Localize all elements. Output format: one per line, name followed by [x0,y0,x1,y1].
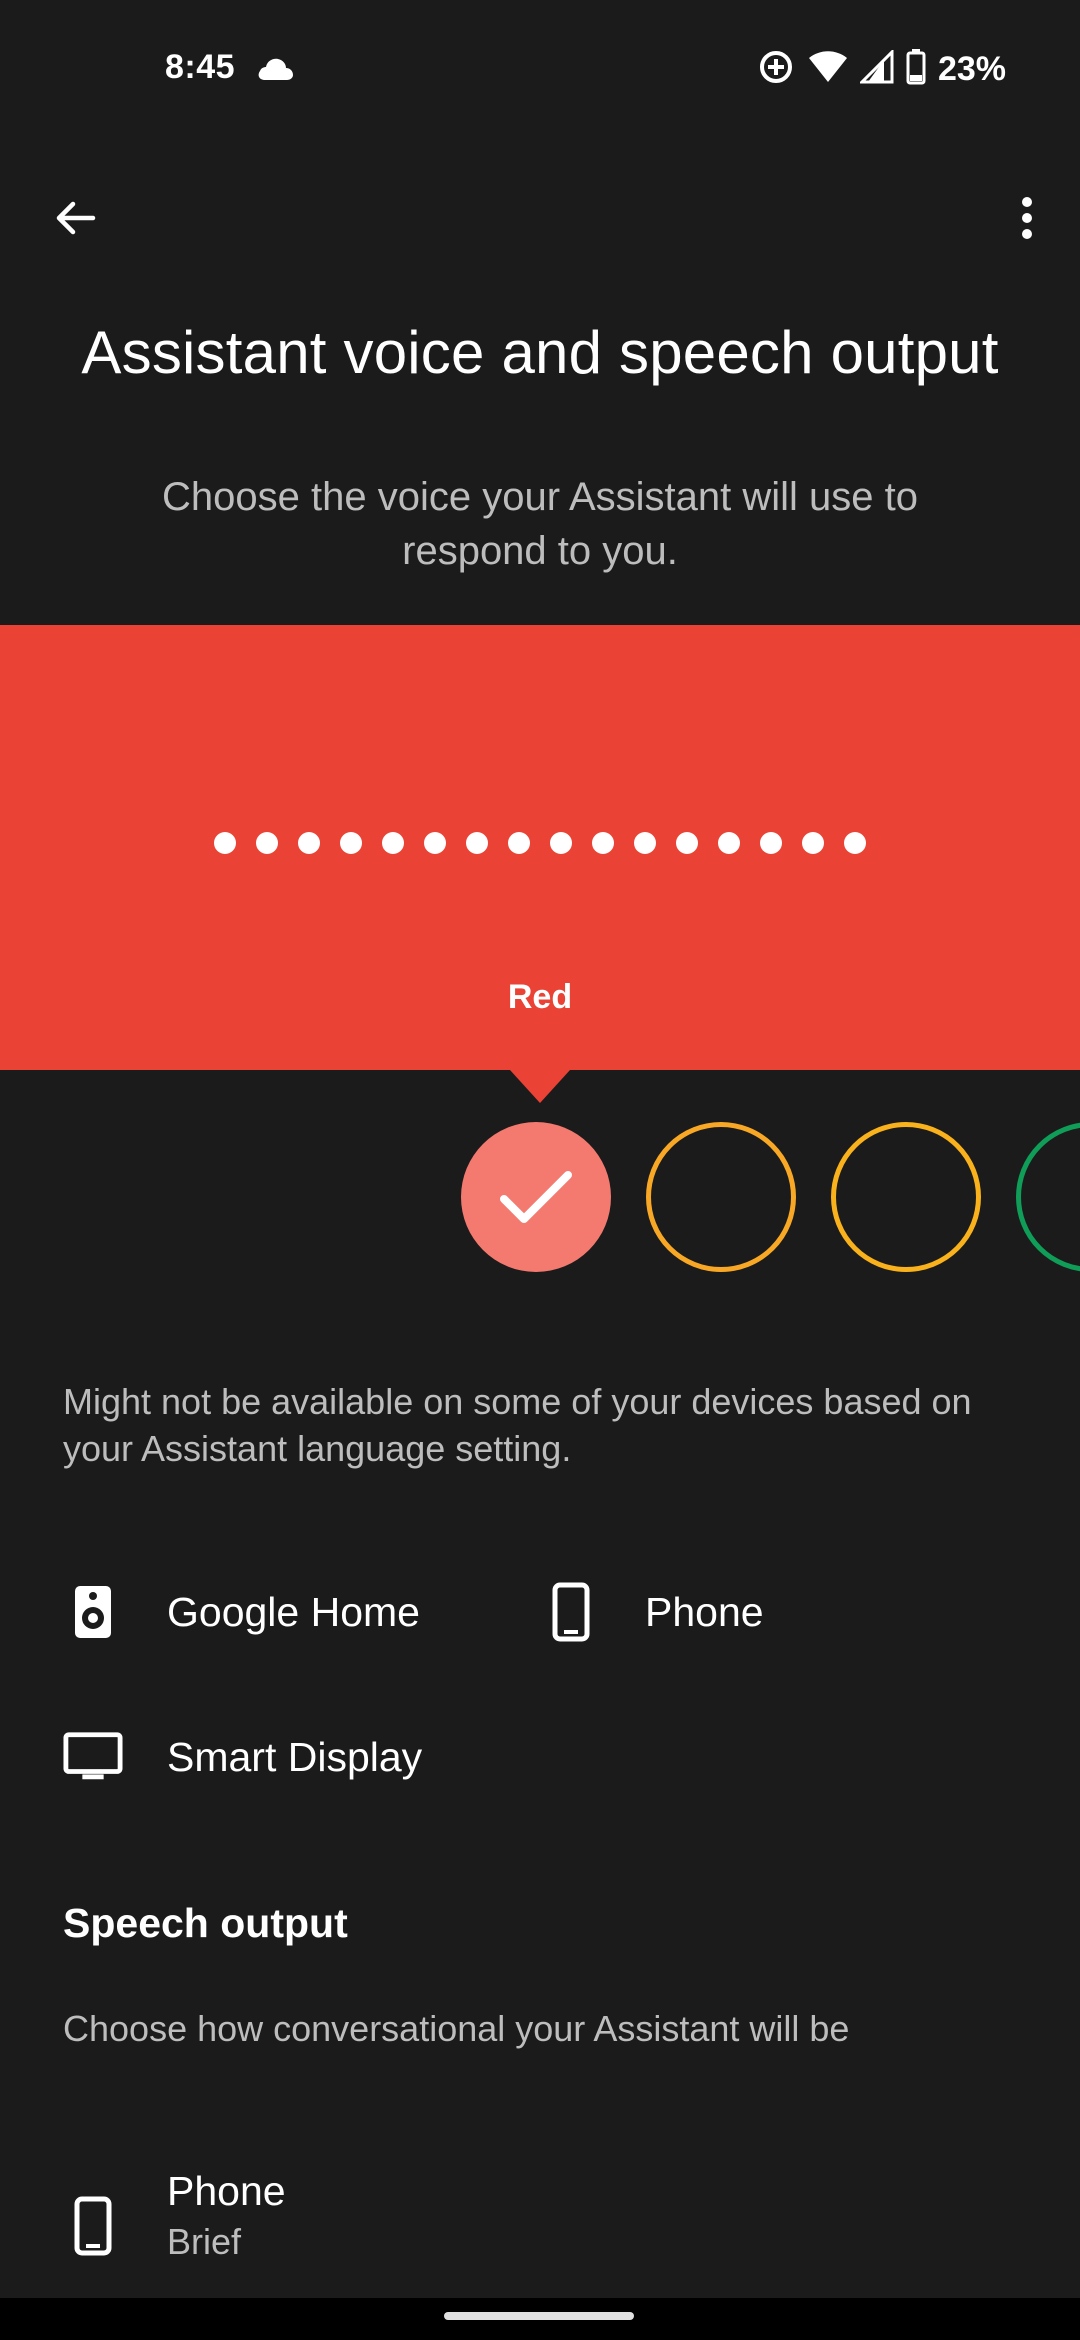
voice-dot [340,832,362,854]
screen: 8:45 23% Assistant voice and speech outp… [0,0,1080,2340]
device-google-home: Google Home [63,1577,420,1647]
voice-dot [508,832,530,854]
voice-dot [634,832,656,854]
voice-dot [718,832,740,854]
signal-icon [858,47,894,89]
voice-dot [256,832,278,854]
status-icons: 23% [756,47,1006,92]
arrow-back-icon [56,201,96,235]
speech-output-phone-item[interactable]: Phone Brief [63,2165,286,2267]
voice-dot [676,832,698,854]
device-phone: Phone [541,1577,764,1647]
voice-option-orange[interactable] [646,1122,796,1272]
voice-dot [592,832,614,854]
device-label: Smart Display [167,1733,423,1780]
voice-selector [0,1122,1080,1282]
cloud-icon [255,56,295,82]
voice-dot [802,832,824,854]
voice-option-orange-2[interactable] [831,1122,981,1272]
voice-dot [844,832,866,854]
display-icon [63,1722,123,1792]
speech-output-description: Choose how conversational your Assistant… [63,2008,850,2049]
speech-item-value: Brief [167,2221,242,2262]
speech-item-title: Phone [167,2168,286,2214]
page-title: Assistant voice and speech output [81,319,999,386]
voice-preview-banner[interactable]: Red [0,625,1080,1070]
page-subtitle: Choose the voice your Assistant will use… [162,475,918,573]
check-icon [500,1171,572,1223]
voice-option-green[interactable] [1016,1122,1080,1272]
status-bar: 8:45 23% [0,0,1080,140]
status-time: 8:45 [165,48,236,86]
device-label: Phone [645,1588,764,1635]
selected-voice-name: Red [507,978,573,1016]
availability-note: Might not be available on some of your d… [63,1381,972,1469]
speaker-icon [63,1577,123,1647]
voice-dot [382,832,404,854]
voice-dot [760,832,782,854]
voice-dot [214,832,236,854]
voice-dot [466,832,488,854]
phone-icon [541,1577,601,1647]
wifi-icon [808,50,848,89]
more-vert-icon [1022,197,1032,239]
speech-output-heading: Speech output [63,1900,348,1946]
battery-icon [906,48,926,90]
phone-icon [63,2191,123,2261]
banner-pointer [510,1070,570,1103]
home-gesture-handle[interactable] [444,2312,634,2320]
device-label: Google Home [167,1588,420,1635]
device-smart-display: Smart Display [63,1722,422,1792]
voice-animation-dots [0,832,1080,854]
battery-percentage: 23% [937,49,1006,88]
voice-dot [298,832,320,854]
system-navigation-bar [0,2298,1080,2340]
voice-dot [550,832,572,854]
voice-option-red[interactable] [461,1122,611,1272]
more-options-button[interactable] [994,185,1060,251]
assistant-status-icon [756,47,796,92]
voice-dot [424,832,446,854]
back-button[interactable] [42,185,108,251]
